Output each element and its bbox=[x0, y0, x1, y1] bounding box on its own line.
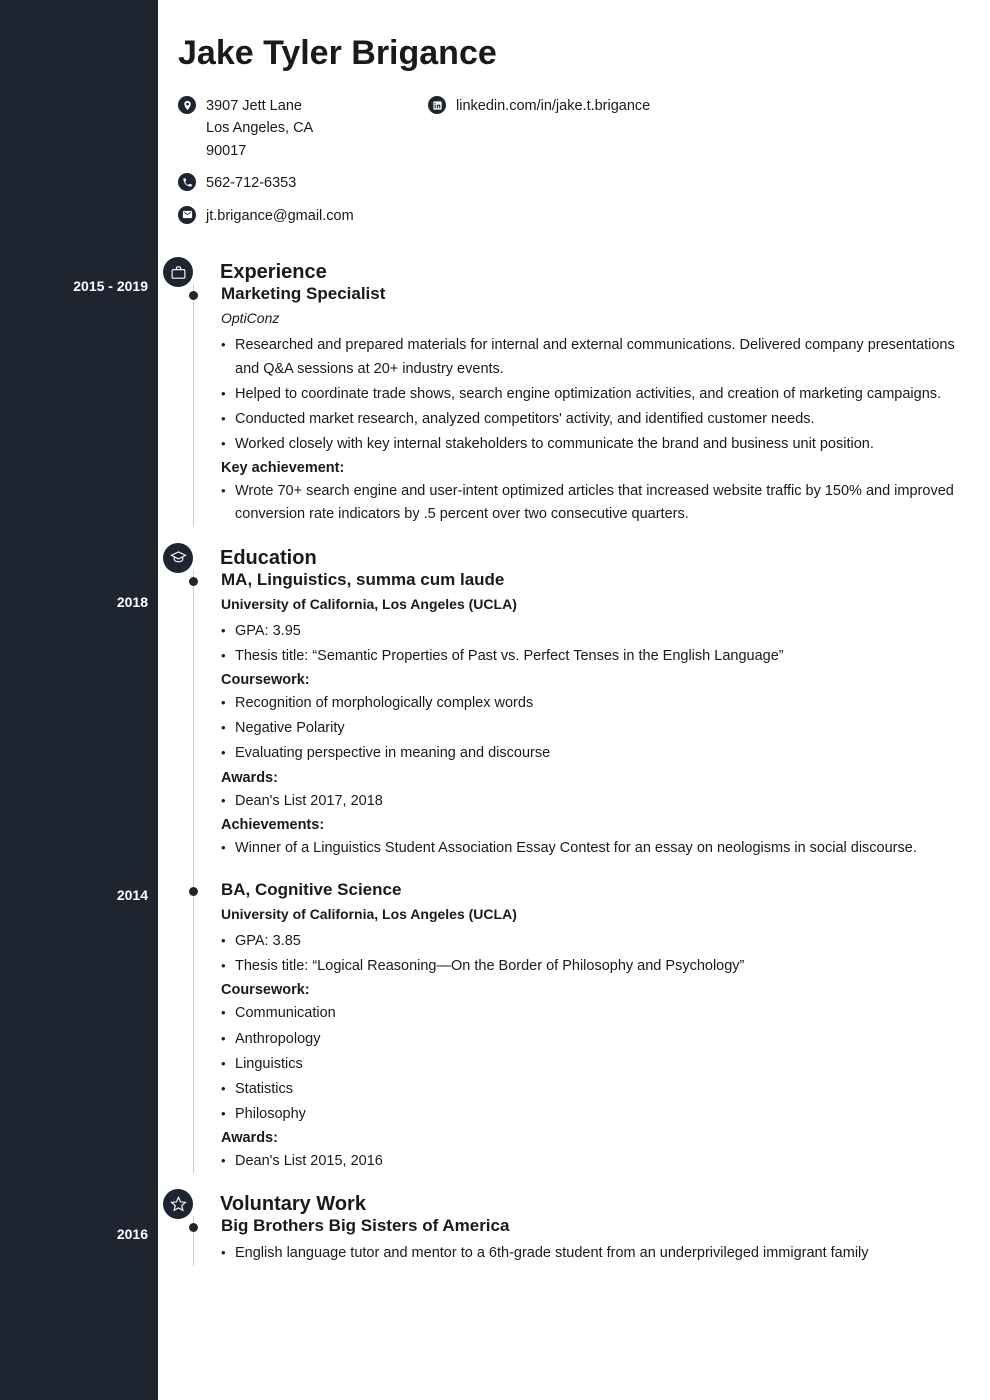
job-title: Marketing Specialist bbox=[221, 284, 970, 304]
edu-bullets: GPA: 3.85 Thesis title: “Logical Reasoni… bbox=[221, 930, 970, 978]
achievements-list: Winner of a Linguistics Student Associat… bbox=[221, 837, 970, 860]
voluntary-bullets: English language tutor and mentor to a 6… bbox=[221, 1242, 970, 1265]
coursework-label: Coursework: bbox=[221, 982, 970, 998]
bullet: Dean's List 2017, 2018 bbox=[221, 790, 970, 813]
voluntary-timeline: Big Brothers Big Sisters of America Engl… bbox=[193, 1216, 970, 1265]
education-title: Education bbox=[220, 547, 970, 570]
edu-bullets: GPA: 3.95 Thesis title: “Semantic Proper… bbox=[221, 620, 970, 668]
contact-email: jt.brigance@gmail.com bbox=[178, 205, 428, 227]
bullet: English language tutor and mentor to a 6… bbox=[221, 1242, 970, 1265]
coursework-list: Communication Anthropology Linguistics S… bbox=[221, 1002, 970, 1126]
bullet: GPA: 3.85 bbox=[221, 930, 970, 953]
experience-bullets: Researched and prepared materials for in… bbox=[221, 334, 970, 456]
email-text: jt.brigance@gmail.com bbox=[206, 205, 354, 227]
school-name: University of California, Los Angeles (U… bbox=[221, 906, 970, 922]
linkedin-text: linkedin.com/in/jake.t.brigance bbox=[456, 95, 650, 117]
contact-col-right: linkedin.com/in/jake.t.brigance bbox=[428, 95, 650, 237]
star-icon bbox=[163, 1189, 193, 1219]
resume-page: 2015 - 2019 2018 2014 2016 Jake Tyler Br… bbox=[0, 0, 990, 1400]
date-experience: 2015 - 2019 bbox=[0, 278, 158, 302]
name-heading: Jake Tyler Brigance bbox=[178, 34, 970, 73]
date-edu-1: 2014 bbox=[0, 887, 158, 911]
email-icon bbox=[178, 206, 196, 224]
voluntary-entry: Big Brothers Big Sisters of America Engl… bbox=[221, 1216, 970, 1265]
timeline-dot bbox=[189, 1223, 198, 1232]
education-entry-0: MA, Linguistics, summa cum laude Univers… bbox=[221, 570, 970, 860]
school-name: University of California, Los Angeles (U… bbox=[221, 596, 970, 612]
bullet: Thesis title: “Logical Reasoning—On the … bbox=[221, 955, 970, 978]
experience-timeline: Marketing Specialist OptiConz Researched… bbox=[193, 284, 970, 526]
graduation-icon bbox=[163, 543, 193, 573]
voluntary-org: Big Brothers Big Sisters of America bbox=[221, 1216, 970, 1236]
bullet: Anthropology bbox=[221, 1028, 970, 1051]
bullet: GPA: 3.95 bbox=[221, 620, 970, 643]
location-icon bbox=[178, 96, 196, 114]
linkedin-icon bbox=[428, 96, 446, 114]
awards-label: Awards: bbox=[221, 1130, 970, 1146]
awards-list: Dean's List 2017, 2018 bbox=[221, 790, 970, 813]
phone-text: 562-712-6353 bbox=[206, 172, 296, 194]
timeline-dot bbox=[189, 291, 198, 300]
achievements-label: Achievements: bbox=[221, 817, 970, 833]
bullet: Worked closely with key internal stakeho… bbox=[221, 433, 970, 456]
bullet: Researched and prepared materials for in… bbox=[221, 334, 970, 380]
timeline-dot bbox=[189, 577, 198, 586]
main-content: Jake Tyler Brigance 3907 Jett Lane Los A… bbox=[158, 0, 990, 1400]
bullet: Dean's List 2015, 2016 bbox=[221, 1150, 970, 1173]
bullet: Wrote 70+ search engine and user-intent … bbox=[221, 480, 970, 526]
section-education: Education MA, Linguistics, summa cum lau… bbox=[178, 547, 970, 1174]
timeline-dot bbox=[189, 887, 198, 896]
bullet: Winner of a Linguistics Student Associat… bbox=[221, 837, 970, 860]
section-voluntary: Voluntary Work Big Brothers Big Sisters … bbox=[178, 1193, 970, 1265]
bullet: Linguistics bbox=[221, 1053, 970, 1076]
education-timeline: MA, Linguistics, summa cum laude Univers… bbox=[193, 570, 970, 1174]
experience-entry: Marketing Specialist OptiConz Researched… bbox=[221, 284, 970, 526]
date-voluntary: 2016 bbox=[0, 1226, 158, 1250]
bullet: Conducted market research, analyzed comp… bbox=[221, 408, 970, 431]
bullet: Thesis title: “Semantic Properties of Pa… bbox=[221, 645, 970, 668]
sidebar: 2015 - 2019 2018 2014 2016 bbox=[0, 0, 158, 1400]
awards-label: Awards: bbox=[221, 770, 970, 786]
key-achievement-label: Key achievement: bbox=[221, 460, 970, 476]
bullet: Statistics bbox=[221, 1078, 970, 1101]
degree-title: BA, Cognitive Science bbox=[221, 880, 970, 900]
contact-grid: 3907 Jett Lane Los Angeles, CA 90017 562… bbox=[178, 95, 970, 237]
bullet: Negative Polarity bbox=[221, 717, 970, 740]
bullet: Philosophy bbox=[221, 1103, 970, 1126]
education-entry-1: BA, Cognitive Science University of Cali… bbox=[221, 880, 970, 1174]
bullet: Recognition of morphologically complex w… bbox=[221, 692, 970, 715]
coursework-list: Recognition of morphologically complex w… bbox=[221, 692, 970, 766]
key-achievement-list: Wrote 70+ search engine and user-intent … bbox=[221, 480, 970, 526]
experience-title: Experience bbox=[220, 261, 970, 284]
company-name: OptiConz bbox=[221, 310, 970, 326]
briefcase-icon bbox=[163, 257, 193, 287]
contact-col-left: 3907 Jett Lane Los Angeles, CA 90017 562… bbox=[178, 95, 428, 237]
coursework-label: Coursework: bbox=[221, 672, 970, 688]
awards-list: Dean's List 2015, 2016 bbox=[221, 1150, 970, 1173]
bullet: Communication bbox=[221, 1002, 970, 1025]
voluntary-title: Voluntary Work bbox=[220, 1193, 970, 1216]
contact-address: 3907 Jett Lane Los Angeles, CA 90017 bbox=[178, 95, 428, 162]
bullet: Evaluating perspective in meaning and di… bbox=[221, 742, 970, 765]
bullet: Helped to coordinate trade shows, search… bbox=[221, 383, 970, 406]
date-edu-0: 2018 bbox=[0, 594, 158, 618]
section-experience: Experience Marketing Specialist OptiConz… bbox=[178, 261, 970, 526]
degree-title: MA, Linguistics, summa cum laude bbox=[221, 570, 970, 590]
contact-linkedin: linkedin.com/in/jake.t.brigance bbox=[428, 95, 650, 117]
address-text: 3907 Jett Lane Los Angeles, CA 90017 bbox=[206, 95, 313, 162]
phone-icon bbox=[178, 173, 196, 191]
contact-phone: 562-712-6353 bbox=[178, 172, 428, 194]
